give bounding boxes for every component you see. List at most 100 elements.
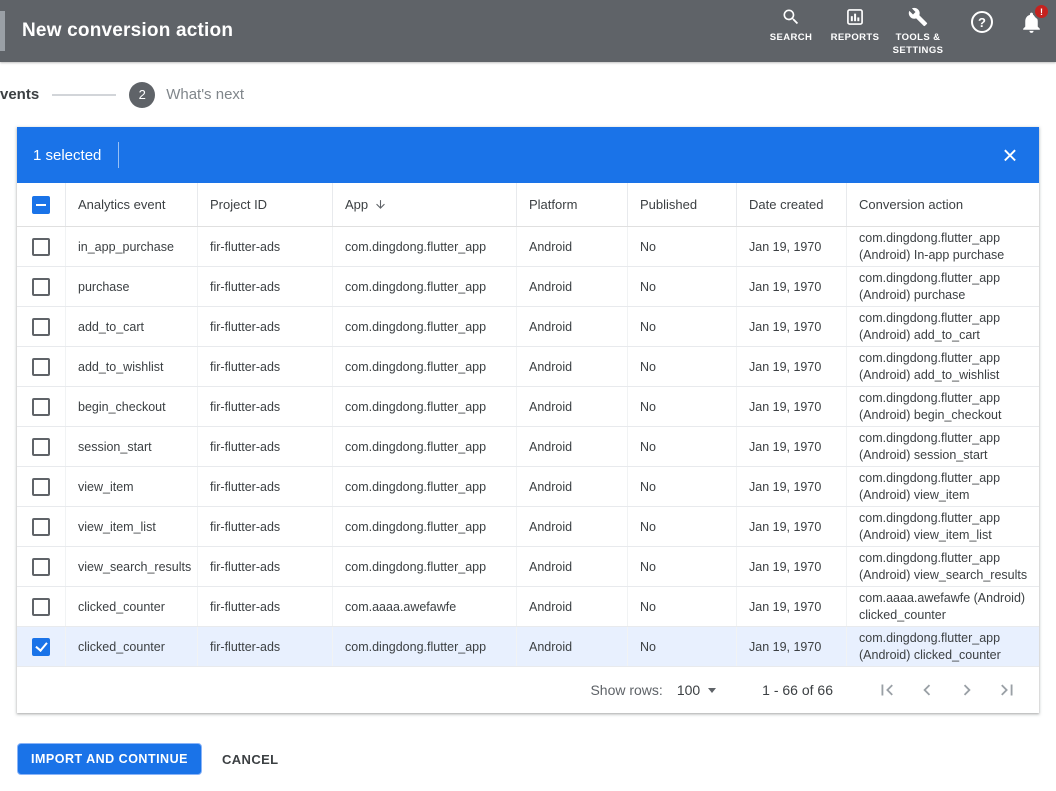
table-row[interactable]: add_to_cartfir-flutter-adscom.dingdong.f…	[17, 307, 1039, 347]
table-row[interactable]: clicked_counterfir-flutter-adscom.aaaa.a…	[17, 587, 1039, 627]
cell-analytics-event: clicked_counter	[65, 627, 197, 666]
row-checkbox[interactable]	[32, 358, 50, 376]
table-row[interactable]: view_item_listfir-flutter-adscom.dingdon…	[17, 507, 1039, 547]
table-row[interactable]: add_to_wishlist fir-flutter-ads com.dingdo…	[17, 347, 1039, 387]
help-button[interactable]: ?	[971, 11, 993, 33]
row-checkbox[interactable]	[32, 598, 50, 616]
row-checkbox[interactable]	[32, 518, 50, 536]
sort-desc-icon	[374, 198, 387, 211]
column-header-label: Conversion action	[859, 197, 963, 212]
table-row[interactable]: begin_checkoutfir-flutter-adscom.dingdon…	[17, 387, 1039, 427]
cell-text: No	[640, 480, 656, 494]
cell-text: com.dingdong.flutter_app	[345, 360, 486, 374]
cell-text: No	[640, 560, 656, 574]
cell-text: com.dingdong.flutter_app	[345, 520, 486, 534]
table-row[interactable]: clicked_counterfir-flutter-adscom.dingdo…	[17, 627, 1039, 667]
cancel-button[interactable]: CANCEL	[222, 752, 279, 767]
cell-text: in_app_purchase	[78, 240, 174, 254]
cell-project-id: fir-flutter-ads	[197, 507, 332, 546]
row-checkbox-cell	[17, 547, 65, 586]
row-checkbox[interactable]	[32, 638, 50, 656]
prev-page-button[interactable]	[915, 678, 939, 702]
cell-text: fir-flutter-ads	[210, 440, 280, 454]
cell-text: Android	[529, 520, 572, 534]
show-rows-label: Show rows:	[590, 682, 662, 698]
cell-text: fir-flutter-ads	[210, 360, 280, 374]
cell-platform: Android	[516, 627, 627, 666]
cell-platform: Android	[516, 387, 627, 426]
cell-text: No	[640, 240, 656, 254]
column-header-platform[interactable]: Platform	[516, 183, 627, 226]
table-row[interactable]: session_start fir-flutter-ads com.dingdong…	[17, 427, 1039, 467]
column-header-label: Published	[640, 197, 697, 212]
cell-app: com.dingdong.flutter_app	[332, 267, 516, 306]
cell-text: com.dingdong.flutter_app	[345, 280, 486, 294]
row-checkbox[interactable]	[32, 438, 50, 456]
show-rows-select[interactable]: 100	[677, 682, 716, 698]
cell-text: Jan 19, 1970	[749, 440, 821, 454]
column-header-app[interactable]: App	[332, 183, 516, 226]
cell-text: com.dingdong.flutter_app (Android) In-ap…	[859, 230, 1033, 263]
row-checkbox[interactable]	[32, 238, 50, 256]
table-row[interactable]: in_app_purchasefir-flutter-adscom.dingdo…	[17, 227, 1039, 267]
column-header-conversion-action[interactable]: Conversion action	[846, 183, 1039, 226]
cell-text: com.dingdong.flutter_app (Android) view_…	[859, 550, 1033, 583]
next-page-button[interactable]	[955, 678, 979, 702]
cell-app: com.dingdong.flutter_app	[332, 387, 516, 426]
cell-app: com.dingdong.flutter_app	[332, 427, 516, 466]
row-checkbox[interactable]	[32, 278, 50, 296]
close-icon[interactable]: ×	[995, 142, 1025, 168]
cell-text: com.dingdong.flutter_app	[345, 400, 486, 414]
row-checkbox[interactable]	[32, 558, 50, 576]
selection-bar-divider	[118, 142, 119, 168]
pager	[867, 678, 1027, 702]
cell-analytics-event: view_item	[65, 467, 197, 506]
row-checkbox[interactable]	[32, 318, 50, 336]
cell-date-created: Jan 19, 1970	[736, 467, 846, 506]
table-row[interactable]: purchase fir-flutter-ads com.dingdong.flut…	[17, 267, 1039, 307]
row-checkbox[interactable]	[32, 398, 50, 416]
last-page-icon	[996, 679, 1018, 701]
notifications-button[interactable]: !	[1019, 10, 1044, 35]
search-nav-button[interactable]: SEARCH	[759, 5, 823, 44]
row-checkbox-cell	[17, 267, 65, 306]
cell-platform: Android	[516, 347, 627, 386]
step1-label: vents	[0, 86, 39, 103]
first-page-button[interactable]	[875, 678, 899, 702]
column-header-project-id[interactable]: Project ID	[197, 183, 332, 226]
row-checkbox[interactable]	[32, 478, 50, 496]
cell-analytics-event: session_start	[65, 427, 197, 466]
import-and-continue-button[interactable]: IMPORT AND CONTINUE	[17, 743, 202, 775]
cell-text: No	[640, 360, 656, 374]
cell-text: Android	[529, 600, 572, 614]
cell-text: Jan 19, 1970	[749, 560, 821, 574]
cell-text: purchase	[78, 280, 129, 294]
column-header-analytics-event[interactable]: Analytics event	[65, 183, 197, 226]
page-title: New conversion action	[22, 20, 233, 42]
cell-text: com.dingdong.flutter_app (Android) view_…	[859, 470, 1033, 503]
cell-text: Android	[529, 640, 572, 654]
notification-badge: !	[1033, 3, 1050, 20]
tools-settings-nav-button[interactable]: TOOLS & SETTINGS	[887, 5, 949, 57]
reports-nav-button[interactable]: REPORTS	[823, 5, 887, 44]
cell-project-id: fir-flutter-ads	[197, 267, 332, 306]
step-connector-line	[52, 94, 116, 96]
cell-project-id: fir-flutter-ads	[197, 347, 332, 386]
cell-platform: Android	[516, 227, 627, 266]
column-header-date-created[interactable]: Date created	[736, 183, 846, 226]
table-row[interactable]: view_itemfir-flutter-adscom.dingdong.flu…	[17, 467, 1039, 507]
column-header-published[interactable]: Published	[627, 183, 736, 226]
cell-text: Android	[529, 360, 572, 374]
row-checkbox-cell	[17, 627, 65, 666]
table-header-row: Analytics event Project ID App Platform …	[17, 183, 1039, 227]
select-all-checkbox[interactable]	[32, 196, 50, 214]
cell-date-created: Jan 19, 1970	[736, 267, 846, 306]
cell-project-id: fir-flutter-ads	[197, 307, 332, 346]
cell-app: com.dingdong.flutter_app	[332, 307, 516, 346]
last-page-button[interactable]	[995, 678, 1019, 702]
table-row[interactable]: view_search_resultsfir-flutter-adscom.di…	[17, 547, 1039, 587]
reports-icon	[845, 7, 865, 27]
cell-analytics-event: add_to_wishlist	[65, 347, 197, 386]
cell-date-created: Jan 19, 1970	[736, 587, 846, 626]
cell-conversion-action: com.dingdong.flutter_app (Android) view_…	[846, 547, 1039, 586]
